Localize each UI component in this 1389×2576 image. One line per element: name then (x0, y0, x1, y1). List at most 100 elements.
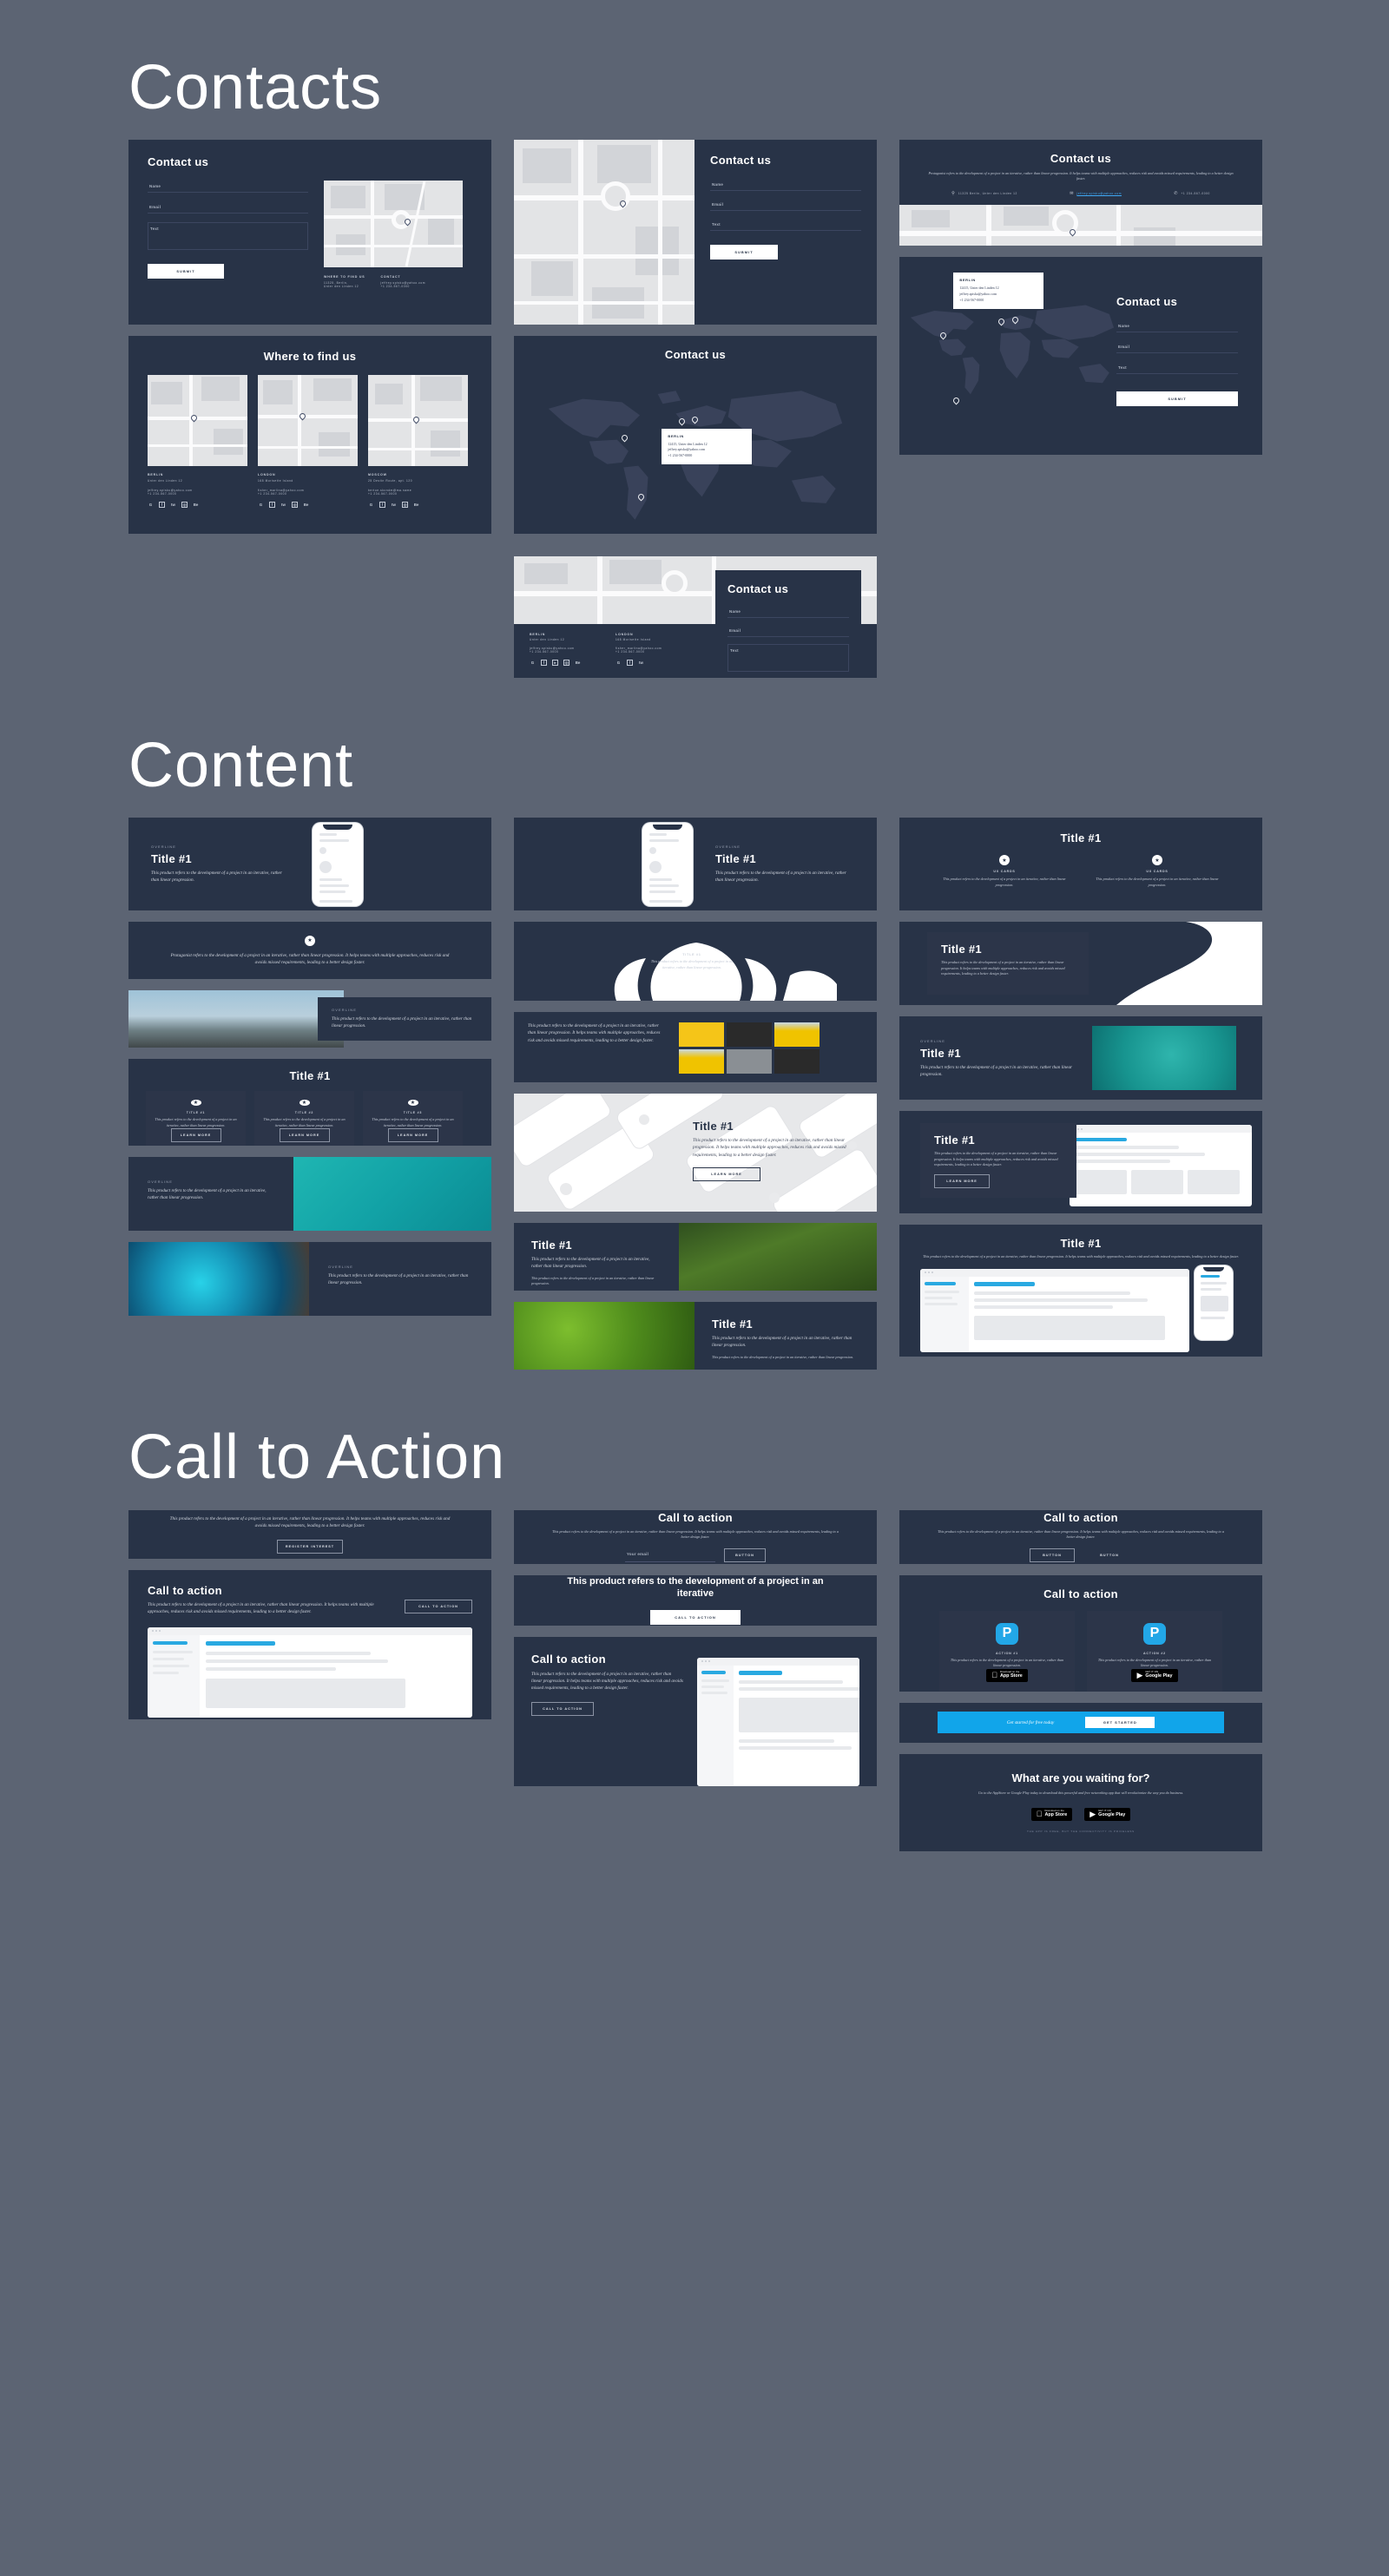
action-card: P ACTION #2 This product refers to the d… (1087, 1610, 1222, 1692)
card-body: Protagonist refers to the development of… (170, 952, 450, 965)
google-icon[interactable]: G (148, 502, 154, 508)
text-field[interactable]: Text (727, 644, 849, 673)
twitter-icon[interactable]: tw (170, 502, 176, 508)
google-icon[interactable]: G (258, 502, 264, 508)
behance-icon[interactable]: Be (413, 502, 419, 508)
city-address: 168 Morisette Island (258, 479, 293, 483)
twitter-icon[interactable]: tw (638, 660, 644, 666)
world-map[interactable]: BERLIN 12415, Unter den Linden 12 jeffre… (528, 366, 863, 530)
city-phone[interactable]: +1 234-567-0000 (368, 492, 468, 496)
street-map[interactable] (899, 204, 1262, 246)
name-field[interactable]: Name (1116, 320, 1238, 333)
facebook-icon[interactable]: f (159, 502, 165, 509)
app-store-badge[interactable]:  Download on the App Store (986, 1668, 1028, 1682)
name-field[interactable]: Name (727, 606, 849, 619)
text-field[interactable]: Text (1116, 362, 1238, 375)
call-to-action-button[interactable]: CALL TO ACTION (650, 1610, 741, 1626)
learn-more-button[interactable]: LEARN MORE (279, 1127, 330, 1142)
twitter-icon[interactable]: tw (391, 502, 397, 508)
card-heading: Title #1 (693, 1120, 734, 1134)
learn-more-button[interactable]: LEARN MORE (387, 1127, 438, 1142)
content-grid: OVERLINE Title #1 This product refers to… (0, 818, 1389, 1370)
where-to-find-us-card: Where to find us BERLIN Unter den Linden… (128, 336, 491, 535)
contact-email[interactable]: jeffrey.spisku@yahoo.com (1076, 192, 1122, 195)
instagram-icon[interactable]: ◎ (402, 502, 408, 509)
ux-card-body: This product refers to the development o… (1096, 877, 1219, 887)
primary-button[interactable]: BUTTON (1030, 1548, 1075, 1563)
street-map[interactable] (258, 375, 358, 467)
learn-more-button[interactable]: LEARN MORE (693, 1166, 760, 1181)
twitter-icon[interactable]: tw (280, 502, 286, 508)
street-map[interactable] (324, 181, 463, 268)
window-dot (1081, 1127, 1083, 1130)
city-phone[interactable]: +1 234-567-0000 (530, 650, 581, 654)
floating-contact-form: Contact us Name Email Text SUBMIT (715, 570, 861, 679)
get-started-button[interactable]: GET STARTED (1085, 1717, 1155, 1729)
google-icon[interactable]: G (530, 660, 536, 666)
submit-button[interactable]: SUBMIT (148, 264, 224, 279)
abstract-shape-card: Title #1 This product refers to the deve… (514, 922, 877, 1002)
card-body: This product refers to the development o… (941, 960, 1065, 976)
google-icon[interactable]: G (368, 502, 374, 508)
wave-card: Title #1 This product refers to the deve… (899, 922, 1262, 1006)
youtube-icon[interactable]: ▸ (552, 660, 558, 667)
content-column-1: OVERLINE Title #1 This product refers to… (128, 818, 491, 1317)
email-field[interactable]: Email (148, 201, 308, 214)
behance-icon[interactable]: Be (575, 660, 581, 666)
card-body: This product refers to the development o… (148, 1188, 267, 1201)
action-body: This product refers to the development o… (950, 1657, 1064, 1668)
behance-icon[interactable]: Be (303, 502, 309, 508)
email-field[interactable]: Email (1116, 341, 1238, 354)
text-field[interactable]: Text (710, 219, 861, 232)
submit-button[interactable]: SUBMIT (710, 245, 778, 260)
facebook-icon[interactable]: f (541, 660, 547, 667)
behance-icon[interactable]: Be (193, 502, 199, 508)
facebook-icon[interactable]: f (379, 502, 385, 509)
learn-more-button[interactable]: LEARN MORE (934, 1174, 990, 1189)
text-field[interactable]: Text (148, 222, 308, 251)
facebook-icon[interactable]: f (269, 502, 275, 509)
learn-more-button[interactable]: LEARN MORE (170, 1127, 221, 1142)
photo-text-card: OVERLINE This product refers to the deve… (128, 1242, 491, 1317)
city-phone[interactable]: +1 234-567-0000 (616, 650, 662, 654)
store-name: App Store (1042, 1812, 1067, 1818)
browser-mockup (1070, 1125, 1252, 1207)
submit-button[interactable]: SUBMIT (1116, 391, 1238, 407)
call-to-action-button[interactable]: CALL TO ACTION (405, 1599, 472, 1613)
street-map[interactable] (514, 140, 694, 325)
google-icon[interactable]: G (616, 660, 622, 666)
centered-text-card: ★ Protagonist refers to the development … (128, 922, 491, 980)
photo-boat (1092, 1026, 1236, 1091)
google-play-badge[interactable]: ▶ GET IT ON Google Play (1084, 1808, 1131, 1822)
email-field[interactable]: Email (710, 199, 861, 212)
register-interest-button[interactable]: REGISTER INTEREST (277, 1539, 343, 1554)
city-block: BERLIN Unter den Linden 12 jeffrey.spisk… (148, 375, 247, 509)
call-to-action-button[interactable]: CALL TO ACTION (531, 1701, 594, 1716)
city-phone[interactable]: +1 234-567-0000 (148, 492, 247, 496)
tooltip-phone: +1 234-567-0000 (668, 453, 693, 458)
card-heading: Contact us (1050, 152, 1112, 166)
street-map[interactable] (148, 375, 247, 467)
address-line2: Unter den Linden 12 (324, 285, 359, 289)
star-icon: ★ (305, 935, 315, 946)
instagram-icon[interactable]: ◎ (181, 502, 188, 509)
submit-button[interactable]: BUTTON (724, 1548, 766, 1563)
google-play-badge[interactable]: ▶ GET IT ON Google Play (1131, 1668, 1178, 1682)
app-store-badge[interactable]:  Download on the App Store (1030, 1808, 1073, 1822)
facebook-icon[interactable]: f (627, 660, 633, 667)
email-field[interactable]: Email (727, 625, 849, 638)
instagram-icon[interactable]: ◎ (563, 660, 569, 667)
world-map[interactable]: BERLIN 12415, Unter den Linden 12 jeffre… (899, 257, 1125, 456)
world-map-form-card: BERLIN 12415, Unter den Linden 12 jeffre… (899, 257, 1262, 456)
city-name: MOSCOW (368, 473, 387, 477)
street-map[interactable] (368, 375, 468, 467)
secondary-button[interactable]: BUTTON (1087, 1548, 1132, 1562)
instagram-icon[interactable]: ◎ (292, 502, 298, 509)
devices-mockup (920, 1265, 1241, 1356)
name-field[interactable]: Name (148, 181, 308, 194)
contact-phone[interactable]: +1 234-567-0000 (380, 285, 425, 288)
overline: OVERLINE (332, 1008, 358, 1013)
email-input[interactable]: Your email (625, 1548, 715, 1563)
name-field[interactable]: Name (710, 179, 861, 192)
city-phone[interactable]: +1 234-567-0000 (258, 492, 358, 496)
